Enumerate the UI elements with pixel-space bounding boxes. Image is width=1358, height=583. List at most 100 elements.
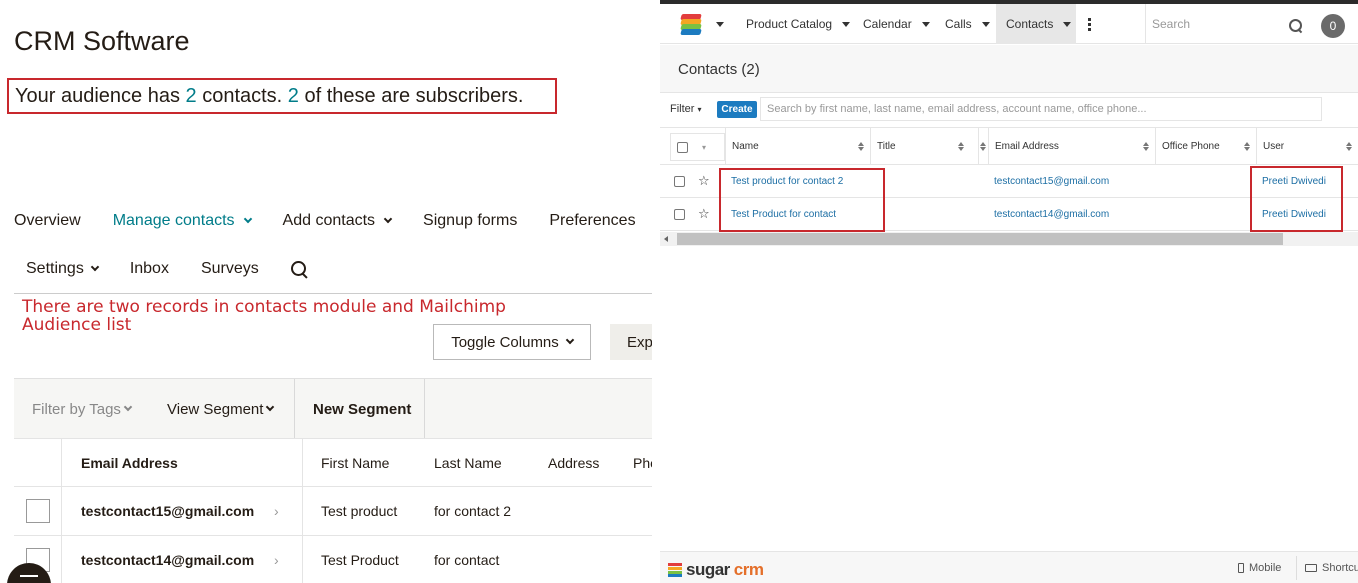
tab-contacts[interactable]: Contacts xyxy=(996,4,1076,44)
annotation-box-names xyxy=(719,168,885,232)
keyboard-icon xyxy=(1305,564,1317,572)
nav-signup-forms[interactable]: Signup forms xyxy=(423,212,517,230)
favorite-star-icon[interactable]: ☆ xyxy=(698,198,710,230)
caret-down-icon xyxy=(1063,21,1072,27)
mobile-link[interactable]: Mobile xyxy=(1238,562,1281,574)
column-office-phone[interactable]: Office Phone xyxy=(1155,128,1256,164)
toggle-columns-button[interactable]: Toggle Columns xyxy=(433,324,591,360)
column-name[interactable]: Name xyxy=(725,128,870,164)
nav-settings-label: Settings xyxy=(26,260,84,277)
sort-icon xyxy=(958,142,964,152)
search-icon[interactable] xyxy=(1289,19,1302,32)
sort-icon xyxy=(980,142,986,152)
global-search-input[interactable]: Search xyxy=(1145,4,1290,44)
column-divider xyxy=(302,536,303,583)
column-label: Office Phone xyxy=(1162,140,1220,152)
sugarcrm-logo[interactable]: sugar crm xyxy=(668,560,764,580)
nav-settings[interactable]: Settings xyxy=(26,260,100,278)
audience-nav: Overview Manage contacts Add contacts Si… xyxy=(14,212,652,230)
export-button[interactable]: Exp xyxy=(610,324,652,360)
segment-bar: Filter by Tags View Segment New Segment xyxy=(14,378,652,439)
tab-product-catalog[interactable]: Product Catalog xyxy=(746,4,851,44)
audience-nav-secondary: Settings Inbox Surveys xyxy=(26,260,307,278)
sugarcrm-pane: Product Catalog Calendar Calls Contacts … xyxy=(652,0,1358,583)
nav-manage-contacts-label: Manage contacts xyxy=(112,212,235,229)
sugar-cube-icon xyxy=(668,563,682,577)
favorite-star-icon[interactable]: ☆ xyxy=(698,165,710,197)
nav-preferences[interactable]: Preferences xyxy=(549,212,635,230)
column-first-name[interactable]: First Name xyxy=(321,439,389,487)
tab-label: Product Catalog xyxy=(746,17,833,31)
table-row[interactable]: testcontact15@gmail.com › Test product f… xyxy=(14,487,652,536)
caret-down-icon xyxy=(921,21,930,27)
caret-down-icon[interactable] xyxy=(716,22,724,27)
row-checkbox-cell xyxy=(674,165,685,197)
tab-calendar[interactable]: Calendar xyxy=(863,4,930,44)
contact-email-link[interactable]: testcontact14@gmail.com xyxy=(994,198,1109,230)
column-email[interactable]: Email Address xyxy=(81,439,178,487)
chevron-right-icon[interactable]: › xyxy=(274,536,279,583)
column-divider xyxy=(302,487,303,535)
scrollbar-thumb[interactable] xyxy=(677,233,1283,245)
column-label: Email Address xyxy=(995,140,1059,152)
quicksearch-input[interactable]: Search by first name, last name, email a… xyxy=(760,97,1322,121)
mass-select-control[interactable]: ▾ xyxy=(670,133,725,161)
module-header: Contacts (2) xyxy=(660,45,1358,93)
sugar-header: Product Catalog Calendar Calls Contacts … xyxy=(660,4,1358,44)
new-segment-button[interactable]: New Segment xyxy=(294,379,425,439)
annotation-box-users xyxy=(1250,166,1343,232)
scroll-left-arrow-icon[interactable] xyxy=(664,236,668,242)
view-segment-dropdown[interactable]: View Segment xyxy=(167,379,275,439)
tab-calls[interactable]: Calls xyxy=(945,4,990,44)
column-user[interactable]: User xyxy=(1256,128,1358,164)
caret-down-icon xyxy=(981,21,990,27)
module-title: Contacts (2) xyxy=(678,61,760,78)
brand-crm: crm xyxy=(733,560,764,579)
sugar-logo-icon[interactable] xyxy=(680,14,703,36)
summary-suffix: of these are subscribers. xyxy=(298,85,524,107)
column-last-name[interactable]: Last Name xyxy=(434,439,502,487)
create-button[interactable]: Create xyxy=(717,101,757,118)
caret-down-icon xyxy=(842,21,851,27)
nav-manage-contacts[interactable]: Manage contacts xyxy=(112,212,252,230)
column-resize-handle[interactable] xyxy=(978,128,988,164)
horizontal-scrollbar[interactable] xyxy=(660,232,1358,246)
table-row[interactable]: testcontact14@gmail.com › Test Product f… xyxy=(14,536,652,583)
column-email[interactable]: Email Address xyxy=(988,128,1155,164)
column-title[interactable]: Title xyxy=(870,128,970,164)
subscribers-count: 2 xyxy=(287,85,299,107)
nav-overview[interactable]: Overview xyxy=(14,212,81,230)
row-email[interactable]: testcontact15@gmail.com xyxy=(81,487,254,535)
row-checkbox-cell xyxy=(14,487,62,535)
notification-badge[interactable]: 0 xyxy=(1321,14,1345,38)
column-address[interactable]: Address xyxy=(548,439,599,487)
nav-inbox[interactable]: Inbox xyxy=(130,260,169,278)
more-menu-icon[interactable] xyxy=(1088,18,1091,33)
contact-email-link[interactable]: testcontact15@gmail.com xyxy=(994,165,1109,197)
tab-label: Calls xyxy=(945,17,972,31)
nav-surveys[interactable]: Surveys xyxy=(201,260,259,278)
sort-icon xyxy=(1244,142,1250,152)
chevron-down-icon xyxy=(565,335,575,345)
select-all-checkbox[interactable] xyxy=(677,141,688,153)
filter-dropdown[interactable]: Filter ▾ xyxy=(670,99,701,119)
audience-title: CRM Software xyxy=(14,26,190,56)
search-icon[interactable] xyxy=(290,261,307,277)
contacts-count: 2 xyxy=(185,85,197,107)
chevron-down-icon xyxy=(266,402,275,412)
brand-sugar: sugar xyxy=(686,560,730,579)
filter-by-tags-dropdown[interactable]: Filter by Tags xyxy=(32,379,133,439)
row-checkbox[interactable] xyxy=(674,175,685,187)
logo-layer xyxy=(680,29,702,35)
row-checkbox[interactable] xyxy=(25,499,50,523)
column-phone[interactable]: Pho xyxy=(633,439,652,487)
kebab-dot xyxy=(1088,23,1091,26)
row-email[interactable]: testcontact14@gmail.com xyxy=(81,536,254,583)
mobile-icon xyxy=(1238,563,1244,573)
shortcuts-link[interactable]: Shortcu xyxy=(1305,562,1358,574)
column-label: User xyxy=(1263,140,1285,152)
chevron-right-icon[interactable]: › xyxy=(274,487,279,535)
nav-add-contacts[interactable]: Add contacts xyxy=(283,212,393,230)
row-checkbox[interactable] xyxy=(674,208,685,220)
sugar-footer: sugar crm Mobile Shortcu xyxy=(660,551,1358,583)
